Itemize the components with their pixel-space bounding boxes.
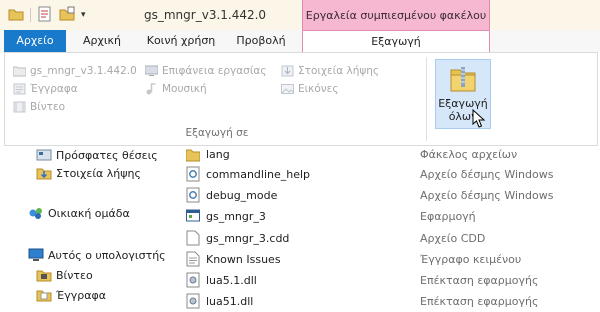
- file-name: debug_mode: [206, 188, 278, 202]
- homegroup-icon: [28, 206, 44, 220]
- destination-gs-mngr[interactable]: gs_mngr_v3.1.442.0: [12, 63, 137, 79]
- nav-item-label: Έγγραφα: [56, 288, 106, 302]
- context-tab-title: Εργαλεία συμπιεσμένου φακέλου: [305, 9, 487, 22]
- documents-icon: [13, 83, 26, 95]
- file-row[interactable]: gs_mngr_3.cdd Αρχείο CDD: [186, 227, 600, 249]
- file-name: gs_mngr_3.cdd: [206, 231, 290, 245]
- music-icon: [145, 83, 158, 95]
- folder-icon: [12, 65, 27, 77]
- file-name: lang: [206, 147, 230, 161]
- nav-item-label: Πρόσφατες θέσεις: [56, 148, 158, 162]
- mouse-cursor-icon: [472, 108, 486, 132]
- destination-label: Εικόνες: [298, 83, 339, 95]
- file-name: gs_mngr_3: [206, 209, 266, 223]
- destination-videos[interactable]: Βίντεο: [13, 99, 65, 115]
- destination-pictures[interactable]: Εικόνες: [281, 81, 339, 97]
- nav-item-homegroup[interactable]: Οικιακή ομάδα: [28, 204, 130, 222]
- quick-access-toolbar: ▾: [8, 6, 86, 24]
- tab-view[interactable]: Προβολή: [226, 30, 296, 52]
- destination-label: Έγγραφα: [30, 83, 78, 95]
- file-type: Αρχείο δέσμης Windows: [420, 188, 554, 202]
- file-type: Εφαρμογή: [420, 209, 476, 223]
- file-row[interactable]: lang Φάκελος αρχείων: [185, 143, 600, 165]
- destination-label: Επιφάνεια εργασίας: [162, 65, 267, 77]
- computer-icon: [28, 248, 44, 262]
- navigation-pane: Πρόσφατες θέσεις Στοιχεία λήψης Οικιακή …: [0, 146, 166, 312]
- title-bar: ▾ gs_mngr_v3.1.442.0 Εργαλεία συμπιεσμέν…: [0, 0, 600, 30]
- nav-item-label: Αυτός ο υπολογιστής: [48, 248, 166, 262]
- batch-file-icon: [186, 166, 200, 182]
- file-row[interactable]: lua5.1.dll Επέκταση εφαρμογής: [186, 269, 600, 291]
- folder-icon: [8, 7, 24, 24]
- downloads-icon: [36, 166, 52, 180]
- pictures-icon: [281, 83, 295, 95]
- tab-share[interactable]: Κοινή χρήση: [136, 30, 226, 52]
- ribbon-panel: gs_mngr_v3.1.442.0 Επιφάνεια εργασίας Στ…: [4, 52, 598, 146]
- destination-desktop[interactable]: Επιφάνεια εργασίας: [144, 63, 267, 79]
- nav-item-this-pc[interactable]: Αυτός ο υπολογιστής: [28, 246, 166, 264]
- text-file-icon: [186, 251, 200, 267]
- destination-label: Μουσική: [162, 83, 207, 95]
- qat-dropdown-icon[interactable]: ▾: [81, 10, 86, 20]
- destination-documents[interactable]: Έγγραφα: [13, 81, 78, 97]
- tab-home[interactable]: Αρχική: [74, 30, 130, 52]
- destination-label: Στοιχεία λήψης: [298, 65, 380, 77]
- nav-item-label: Οικιακή ομάδα: [48, 206, 130, 220]
- context-tab-header: Εργαλεία συμπιεσμένου φακέλου: [302, 0, 490, 30]
- recent-places-icon: [36, 148, 52, 162]
- properties-icon[interactable]: [37, 6, 53, 25]
- destination-label: gs_mngr_v3.1.442.0: [30, 65, 137, 77]
- file-row[interactable]: commandline_help Αρχείο δέσμης Windows: [186, 163, 600, 185]
- tab-file[interactable]: Αρχείο: [4, 30, 66, 52]
- file-type: Έγγραφο κειμένου: [420, 252, 522, 266]
- nav-item-downloads[interactable]: Στοιχεία λήψης: [36, 164, 141, 182]
- documents-folder-icon: [36, 288, 52, 302]
- desktop-icon: [144, 65, 159, 77]
- new-folder-icon[interactable]: [59, 6, 75, 25]
- downloads-icon: [281, 65, 294, 77]
- file-name: Known Issues: [206, 252, 281, 266]
- nav-item-documents[interactable]: Έγγραφα: [36, 286, 106, 304]
- destination-label: Βίντεο: [30, 101, 66, 113]
- folder-icon: [185, 146, 201, 162]
- file-name: lua51.dll: [206, 294, 254, 308]
- nav-item-label: Βίντεο: [56, 268, 93, 282]
- extract-to-group: gs_mngr_v3.1.442.0 Επιφάνεια εργασίας Στ…: [12, 59, 421, 123]
- file-name: lua5.1.dll: [206, 273, 257, 287]
- window-title: gs_mngr_v3.1.442.0: [144, 8, 267, 22]
- nav-pane-scrollbar[interactable]: [166, 146, 176, 312]
- nav-item-recent-places[interactable]: Πρόσφατες θέσεις: [36, 146, 158, 164]
- file-type: Επέκταση εφαρμογής: [420, 273, 539, 287]
- dll-icon: [186, 272, 200, 288]
- videos-folder-icon: [36, 268, 52, 282]
- file-row[interactable]: debug_mode Αρχείο δέσμης Windows: [186, 184, 600, 206]
- file-row[interactable]: gs_mngr_3 Εφαρμογή: [186, 205, 600, 227]
- file-type: Φάκελος αρχείων: [420, 147, 518, 161]
- nav-item-label: Στοιχεία λήψης: [56, 166, 141, 180]
- file-row[interactable]: Known Issues Έγγραφο κειμένου: [186, 248, 600, 270]
- destination-downloads[interactable]: Στοιχεία λήψης: [281, 63, 379, 79]
- nav-item-videos[interactable]: Βίντεο: [36, 266, 93, 284]
- ribbon-separator: [426, 57, 427, 141]
- destination-music[interactable]: Μουσική: [145, 81, 207, 97]
- file-name: commandline_help: [206, 167, 311, 181]
- tab-extract[interactable]: Εξαγωγή: [302, 30, 490, 54]
- batch-file-icon: [186, 187, 200, 203]
- ribbon-tabs: Αρχείο Αρχική Κοινή χρήση Προβολή Εξαγωγ…: [0, 30, 600, 54]
- file-icon: [186, 230, 200, 246]
- extract-all-icon: [449, 64, 477, 97]
- dll-icon: [186, 293, 200, 309]
- file-type: Αρχείο CDD: [420, 231, 486, 245]
- file-type: Επέκταση εφαρμογής: [420, 294, 539, 308]
- application-icon: [186, 208, 200, 224]
- group-caption: Εξαγωγή σε: [185, 127, 249, 139]
- videos-icon: [13, 101, 26, 113]
- file-type: Αρχείο δέσμης Windows: [420, 167, 554, 181]
- file-row[interactable]: lua51.dll Επέκταση εφαρμογής: [186, 290, 600, 312]
